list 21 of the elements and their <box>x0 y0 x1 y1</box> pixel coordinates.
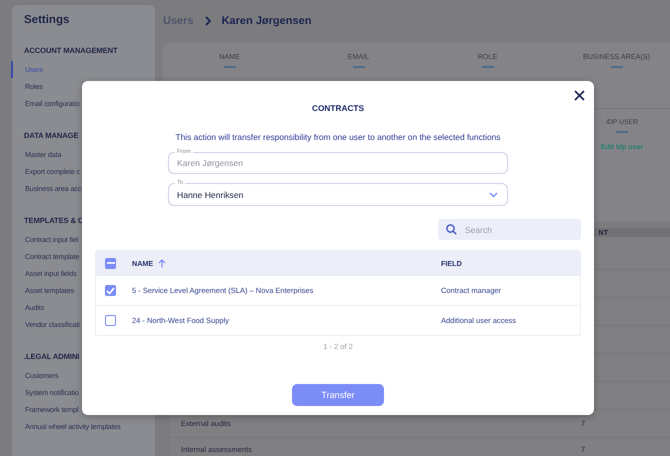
minus-icon <box>106 262 114 264</box>
checkbox[interactable] <box>105 315 116 326</box>
transfer-button[interactable]: Transfer <box>292 384 384 406</box>
dash-mark <box>224 66 236 68</box>
chevron-right-icon <box>204 16 212 26</box>
dash-mark <box>616 131 628 133</box>
dash-mark <box>610 66 622 68</box>
sidebar-title: Settings <box>23 13 70 27</box>
checkmark-icon <box>106 286 115 294</box>
chevron-down-icon <box>489 192 498 198</box>
dash-mark <box>482 66 494 68</box>
dash-mark <box>352 66 364 68</box>
checkbox[interactable] <box>105 285 116 296</box>
dialog-description: This action will transfer responsibility from one user to another on the selected functions <box>176 132 500 142</box>
checkbox[interactable] <box>105 258 116 268</box>
close-icon <box>574 90 585 101</box>
breadcrumb-current: Karen Jørgensen <box>222 14 312 26</box>
dialog-title: CONTRACTS <box>312 103 364 113</box>
search-field[interactable]: Search <box>438 219 581 240</box>
close-button[interactable] <box>572 88 587 103</box>
search-icon <box>446 224 457 235</box>
